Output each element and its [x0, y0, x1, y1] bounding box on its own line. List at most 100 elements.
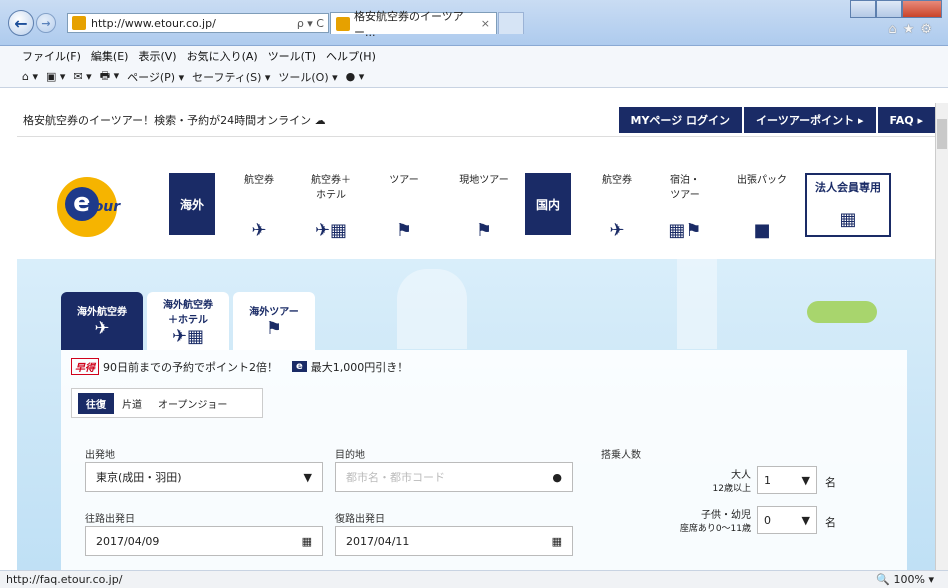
- dep-date-value: 2017/04/09: [96, 534, 160, 548]
- child-label-block: 子供・幼児 座席あり0〜11歳: [631, 506, 751, 534]
- adult-sub: 12歳以上: [712, 484, 751, 494]
- tab-title: 格安航空券のイーツアー...: [354, 9, 464, 39]
- dest-input[interactable]: 都市名・都市コード ●: [335, 462, 573, 492]
- cmd-print[interactable]: 🖶 ▾: [100, 67, 119, 86]
- cloud-icon: ☁: [314, 114, 326, 127]
- adult-select[interactable]: 1 ▼: [757, 466, 817, 494]
- tab-overseas-tour[interactable]: 海外ツアー ⚑: [233, 292, 315, 350]
- site-top-bar: 格安航空券のイーツアー！検索・予約が24時間オンライン ☁ MYページ ログイン…: [17, 103, 935, 137]
- zoom-value: 100%: [893, 573, 925, 586]
- tab-label: 海外航空券: [163, 299, 213, 311]
- ret-date-value: 2017/04/11: [346, 534, 410, 548]
- etour-points-link[interactable]: イーツアーポイント ▸: [744, 107, 876, 133]
- faq-link[interactable]: FAQ ▸: [877, 107, 935, 133]
- cmd-safety[interactable]: セーフティ(S) ▾: [192, 69, 270, 85]
- cmd-feeds[interactable]: ▣ ▾: [46, 70, 65, 83]
- promo-text-2: 最大1,000円引き！: [310, 360, 409, 374]
- nav-overseas-air-hotel[interactable]: 航空券＋ ホテル ✈▦: [301, 171, 361, 241]
- favorites-star-icon[interactable]: ★: [903, 22, 921, 37]
- menu-favorites[interactable]: お気に入り(A): [187, 48, 258, 64]
- ret-label: 復路出発日: [335, 514, 385, 525]
- cmd-page[interactable]: ページ(P) ▾: [127, 69, 184, 85]
- cmd-home[interactable]: ⌂ ▾: [22, 70, 38, 83]
- minimize-button[interactable]: [850, 0, 876, 18]
- forward-button[interactable]: →: [36, 13, 56, 33]
- cmd-tools[interactable]: ツール(O) ▾: [278, 69, 337, 85]
- menu-tools[interactable]: ツール(T): [268, 48, 316, 64]
- menu-file[interactable]: ファイル(F): [22, 48, 81, 64]
- scroll-thumb[interactable]: [937, 119, 947, 149]
- flag-icon: ⚑: [265, 318, 283, 339]
- window-controls: [850, 0, 942, 18]
- origin-label: 出発地: [85, 450, 115, 461]
- adult-label: 大人: [731, 470, 751, 481]
- corp-label: 法人会員専用: [815, 181, 881, 194]
- menu-view[interactable]: 表示(V): [138, 48, 176, 64]
- cmd-help[interactable]: ● ▾: [346, 70, 365, 83]
- mypage-login-link[interactable]: MYページ ログイン: [618, 107, 743, 133]
- nav-label: 現地ツアー: [459, 175, 509, 186]
- chevron-down-icon: ▼: [801, 513, 810, 527]
- tab-overseas-air-hotel[interactable]: 海外航空券 ＋ホテル ✈▦: [147, 292, 229, 350]
- address-bar[interactable]: http://www.etour.co.jp/ ρ ▾ C: [67, 13, 329, 33]
- chevron-down-icon: ▼: [801, 473, 810, 487]
- browser-icons: ⌂★⚙: [888, 22, 938, 37]
- flag-icon: ⚑: [395, 220, 413, 241]
- dep-date-input[interactable]: 2017/04/09 ▦: [85, 526, 323, 556]
- status-bar: http://faq.etour.co.jp/ 🔍 100% ▾: [0, 570, 948, 588]
- menu-help[interactable]: ヘルプ(H): [326, 48, 376, 64]
- trip-oneway[interactable]: 片道: [114, 393, 150, 414]
- nav-local-tour[interactable]: 現地ツアー ⚑: [449, 171, 519, 241]
- adult-value: 1: [764, 473, 771, 487]
- tab-close-icon[interactable]: ×: [481, 17, 496, 30]
- plane-hotel-icon: ✈▦: [171, 325, 205, 347]
- address-tools[interactable]: ρ ▾ C: [297, 17, 328, 30]
- trip-type-selector: 往復 片道 オープンジョー: [71, 388, 263, 418]
- web-page: 格安航空券のイーツアー！検索・予約が24時間オンライン ☁ MYページ ログイン…: [17, 103, 935, 577]
- nav-domestic: 国内: [525, 173, 571, 235]
- nav-label: 航空券＋: [311, 175, 351, 186]
- nav-label: 航空券: [602, 175, 632, 186]
- maximize-button[interactable]: [876, 0, 902, 18]
- nav-overseas-tour[interactable]: ツアー ⚑: [379, 171, 429, 241]
- nav-label-2: ホテル: [316, 190, 346, 201]
- browser-tab[interactable]: 格安航空券のイーツアー... ×: [330, 10, 497, 39]
- plane-hotel-icon: ✈▦: [314, 220, 348, 241]
- nav-corporate[interactable]: 法人会員専用 ▦: [805, 173, 891, 237]
- close-window-button[interactable]: [902, 0, 942, 18]
- child-label: 子供・幼児: [701, 510, 751, 521]
- child-select[interactable]: 0 ▼: [757, 506, 817, 534]
- home-icon[interactable]: ⌂: [888, 22, 902, 37]
- ret-date-input[interactable]: 2017/04/11 ▦: [335, 526, 573, 556]
- trip-roundtrip[interactable]: 往復: [78, 392, 114, 414]
- cmd-mail[interactable]: ✉ ▾: [73, 70, 91, 83]
- trip-openjaw[interactable]: オープンジョー: [150, 393, 235, 414]
- e-coupon-icon: e: [292, 361, 307, 372]
- etour-logo[interactable]: e tour: [57, 177, 120, 237]
- child-sub: 座席あり0〜11歳: [679, 524, 751, 534]
- zoom-level[interactable]: 🔍 100% ▾: [876, 573, 948, 586]
- settings-gear-icon[interactable]: ⚙: [920, 22, 938, 37]
- child-unit: 名: [825, 516, 836, 529]
- building-icon: ▦: [839, 209, 857, 230]
- nav-business-pack[interactable]: 出張パック ■: [729, 171, 795, 241]
- new-tab-button[interactable]: [498, 12, 524, 34]
- origin-select[interactable]: 東京(成田・羽田) ▼: [85, 462, 323, 492]
- location-pin-icon: ●: [552, 470, 562, 484]
- nav-domestic-air[interactable]: 航空券 ✈: [589, 171, 645, 241]
- tab-label: 海外航空券: [77, 307, 127, 318]
- address-url: http://www.etour.co.jp/: [91, 16, 216, 30]
- adult-unit: 名: [825, 476, 836, 489]
- menu-edit[interactable]: 編集(E): [91, 48, 129, 64]
- back-button[interactable]: ←: [8, 10, 34, 36]
- nav-domestic-stay-tour[interactable]: 宿泊・ ツアー ▦⚑: [657, 171, 713, 241]
- menu-bar: ファイル(F) 編集(E) 表示(V) お気に入り(A) ツール(T) ヘルプ(…: [0, 46, 948, 66]
- promo-text: 90日前までの予約でポイント2倍！: [103, 360, 278, 374]
- vertical-scrollbar[interactable]: [935, 103, 948, 570]
- dragon-kite-illustration: [807, 301, 877, 323]
- nav-overseas-air[interactable]: 航空券 ✈: [231, 171, 287, 241]
- dep-label: 往路出発日: [85, 514, 135, 525]
- early-badge: 早得: [71, 358, 99, 375]
- pax-label: 搭乗人数: [601, 450, 641, 461]
- tab-overseas-air[interactable]: 海外航空券 ✈: [61, 292, 143, 350]
